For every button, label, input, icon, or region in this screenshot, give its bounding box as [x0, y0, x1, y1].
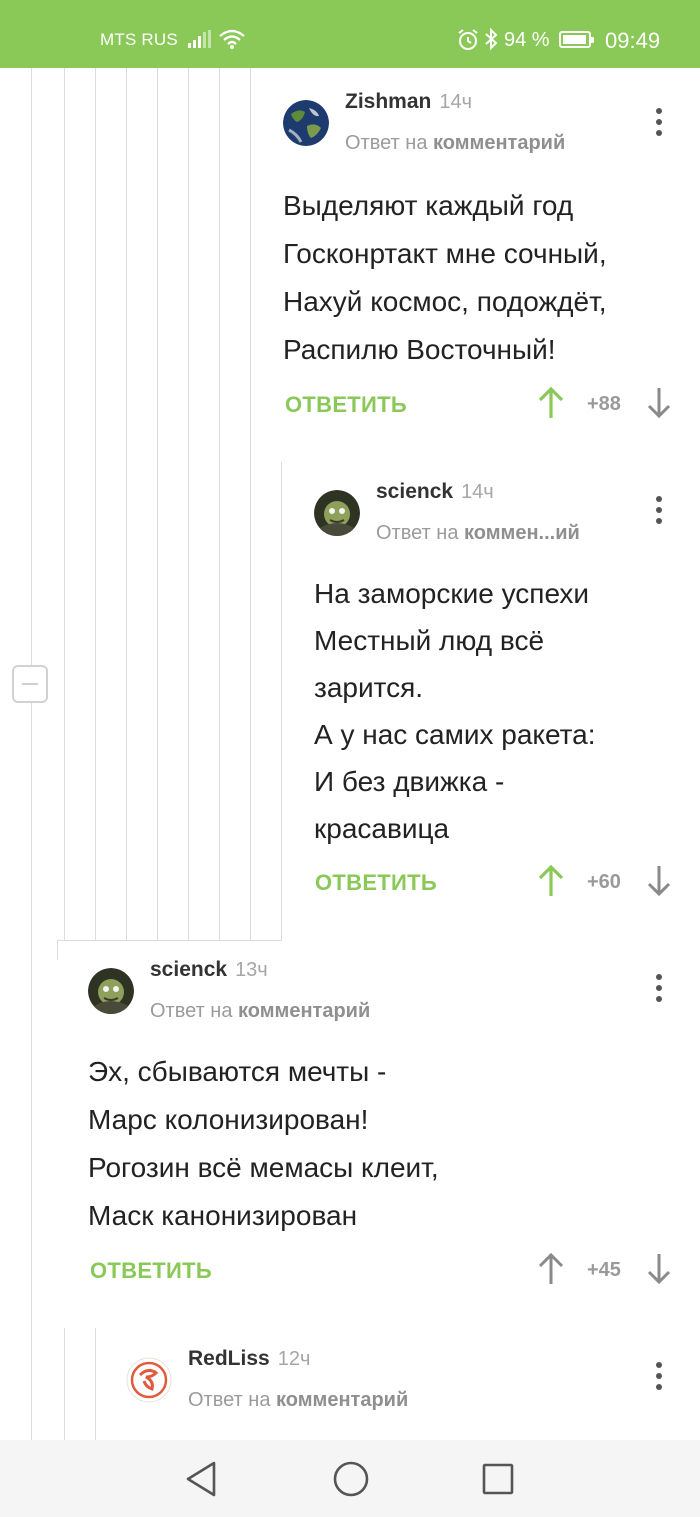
reply-to: Ответ на комментарий — [150, 1000, 370, 1023]
reply-target-link[interactable]: коммен...ий — [464, 522, 580, 544]
home-icon[interactable] — [332, 1460, 370, 1503]
comment-time: 14ч — [461, 481, 494, 503]
avatar[interactable] — [88, 968, 134, 1014]
alarm-icon — [456, 28, 480, 57]
comment-line: Маск канонизирован — [88, 1200, 358, 1231]
bluetooth-icon — [484, 27, 498, 57]
status-bar: MTS RUS 94 % 09:49 — [0, 0, 700, 68]
collapse-thread-button[interactable] — [12, 665, 48, 703]
comment-time: 14ч — [439, 91, 473, 113]
comment-line: Рогозин всё мемасы клеит, — [88, 1152, 439, 1183]
downvote-icon[interactable] — [647, 864, 671, 903]
carrier-name: MTS RUS — [100, 30, 178, 49]
battery-percent: 94 % — [504, 29, 550, 51]
comment-line: Выделяют каждый год — [283, 190, 574, 221]
avatar[interactable] — [126, 1357, 172, 1403]
more-options-icon[interactable] — [656, 974, 662, 1004]
comment-line: красавица — [314, 813, 450, 844]
comment-text: Выделяют каждый год Госконртакт мне сочн… — [283, 182, 607, 374]
upvote-icon[interactable] — [537, 864, 565, 903]
comment: scienck 14ч Ответ на коммен...ий На замор… — [314, 480, 684, 910]
downvote-icon[interactable] — [647, 386, 671, 425]
comment-line: Распилю Восточный! — [283, 334, 556, 365]
username-text[interactable]: Zishman — [345, 90, 431, 113]
reply-to: Ответ на комментарий — [188, 1389, 408, 1412]
comment-line: Эх, сбываются мечты - — [88, 1056, 387, 1087]
comment-line: Госконртакт мне сочный, — [283, 238, 607, 269]
username[interactable]: RedLiss 12ч — [188, 1347, 310, 1371]
comment-line: зарится. — [314, 672, 424, 703]
clock: 09:49 — [605, 28, 661, 53]
comment-line: Местный люд всё — [314, 625, 545, 656]
reply-prefix: Ответ на — [150, 1000, 233, 1022]
system-navigation-bar — [0, 1440, 700, 1517]
wifi-icon — [218, 28, 246, 55]
reply-button[interactable]: ОТВЕТИТЬ — [315, 870, 437, 896]
comment: Zishman 14ч Ответ на комментарий Выделяют… — [283, 90, 683, 440]
username[interactable]: Zishman 14ч — [345, 90, 472, 114]
more-options-icon[interactable] — [656, 496, 662, 526]
reply-prefix: Ответ на — [188, 1389, 271, 1411]
more-options-icon[interactable] — [656, 1362, 662, 1392]
reply-target-link[interactable]: комментарий — [276, 1389, 408, 1411]
username-text[interactable]: scienck — [150, 958, 227, 981]
comment-score: +60 — [587, 871, 621, 893]
upvote-icon[interactable] — [537, 386, 565, 425]
comment-line: Марс колонизирован! — [88, 1104, 369, 1135]
username-text[interactable]: scienck — [376, 480, 453, 503]
reply-to: Ответ на комментарий — [345, 132, 565, 155]
downvote-icon[interactable] — [647, 1252, 671, 1291]
comment-line: И без движка - — [314, 766, 505, 797]
comment: scienck 13ч Ответ на комментарий Эх, сбыв… — [88, 958, 684, 1298]
signal-icon — [188, 30, 212, 53]
reply-button[interactable]: ОТВЕТИТЬ — [285, 392, 407, 418]
comment-line: На заморские успехи — [314, 578, 590, 609]
battery-icon — [559, 31, 594, 48]
reply-prefix: Ответ на — [345, 132, 428, 154]
back-icon[interactable] — [184, 1460, 218, 1503]
username-text[interactable]: RedLiss — [188, 1347, 270, 1370]
upvote-icon[interactable] — [537, 1252, 565, 1291]
username[interactable]: scienck 13ч — [150, 958, 268, 982]
comment-line: А у нас самих ракета: — [314, 719, 596, 750]
comment-time: 13ч — [235, 959, 268, 981]
reply-prefix: Ответ на — [376, 522, 459, 544]
more-options-icon[interactable] — [656, 108, 662, 138]
comment-text: Эх, сбываются мечты - Марс колонизирован… — [88, 1048, 439, 1240]
reply-to: Ответ на коммен...ий — [376, 522, 580, 545]
reply-button[interactable]: ОТВЕТИТЬ — [90, 1258, 212, 1284]
comment-score: +45 — [587, 1259, 621, 1281]
comment-score: +88 — [587, 393, 621, 415]
username[interactable]: scienck 14ч — [376, 480, 494, 504]
comment: RedLiss 12ч Ответ на комментарий — [126, 1347, 684, 1437]
avatar[interactable] — [283, 100, 329, 146]
comment-line: Нахуй космос, подождёт, — [283, 286, 607, 317]
recent-apps-icon[interactable] — [481, 1460, 515, 1503]
comment-text: На заморские успехи Местный люд всё зари… — [314, 570, 596, 852]
reply-target-link[interactable]: комментарий — [433, 132, 565, 154]
avatar[interactable] — [314, 490, 360, 536]
comment-time: 12ч — [277, 1348, 311, 1370]
reply-target-link[interactable]: комментарий — [238, 1000, 370, 1022]
